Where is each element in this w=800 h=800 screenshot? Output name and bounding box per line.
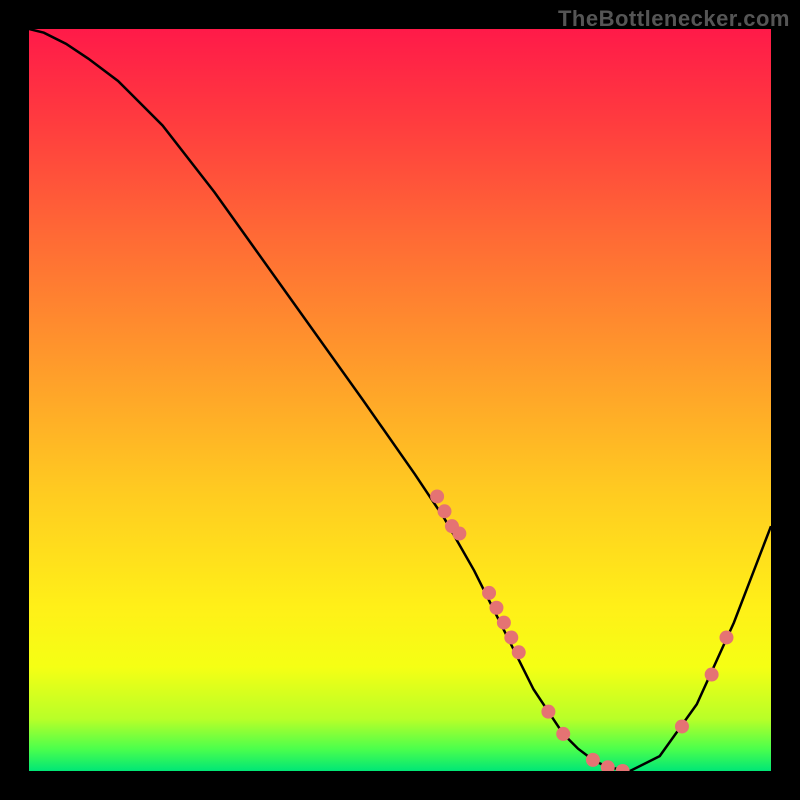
watermark-text: TheBottlenecker.com <box>558 6 790 32</box>
data-point <box>512 645 526 659</box>
data-point <box>438 504 452 518</box>
data-point <box>556 727 570 741</box>
plot-area <box>29 29 771 771</box>
data-point <box>541 705 555 719</box>
data-point <box>675 719 689 733</box>
data-point <box>497 616 511 630</box>
data-point <box>489 601 503 615</box>
data-point <box>482 586 496 600</box>
data-point <box>430 489 444 503</box>
data-point <box>452 527 466 541</box>
data-point <box>719 630 733 644</box>
data-point <box>705 668 719 682</box>
data-point <box>586 753 600 767</box>
gradient-background <box>29 29 771 771</box>
chart-container: TheBottlenecker.com <box>0 0 800 800</box>
data-point <box>504 630 518 644</box>
chart-svg <box>29 29 771 771</box>
